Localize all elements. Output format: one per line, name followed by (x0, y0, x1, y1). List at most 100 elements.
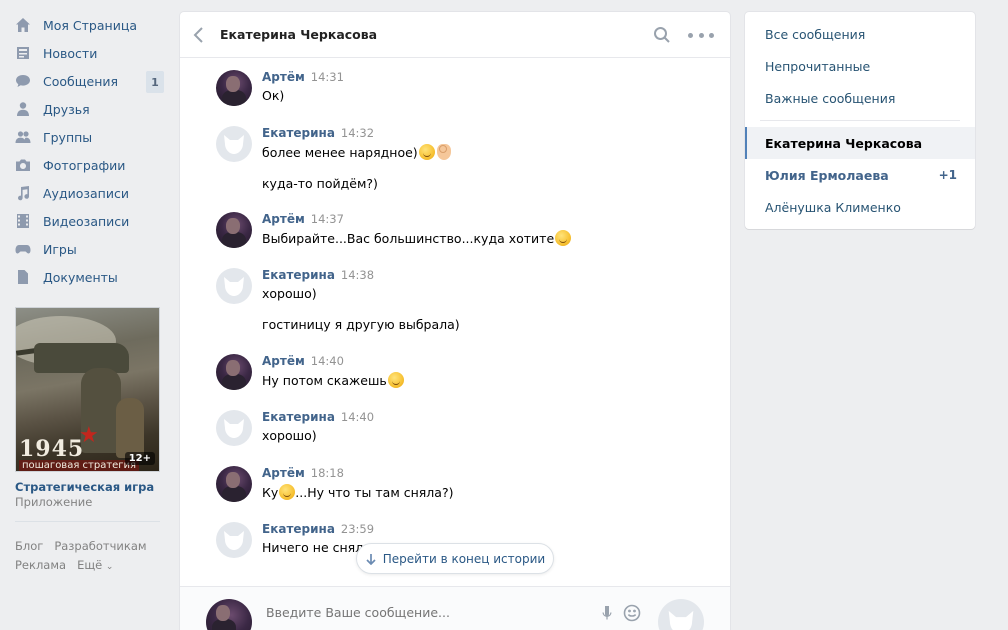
unread-count-badge: +1 (938, 168, 957, 182)
friends-icon (15, 101, 31, 117)
conversations-panel: Все сообщения Непрочитанные Важные сообщ… (745, 12, 975, 229)
nav-label: Группы (43, 129, 93, 145)
search-icon[interactable] (653, 26, 671, 44)
message-text: хорошо) (262, 428, 317, 443)
nav-label: Фотографии (43, 157, 126, 173)
footer-link-blog[interactable]: Блог (15, 539, 43, 553)
avatar[interactable] (216, 522, 252, 558)
footer-link-developers[interactable]: Разработчикам (54, 539, 146, 553)
avatar[interactable] (216, 268, 252, 304)
filter-important[interactable]: Важные сообщения (745, 82, 975, 114)
footer-links-row: Реклама Ещё ⌄ (15, 558, 170, 572)
message-time: 14:37 (310, 212, 344, 226)
conversation-item[interactable]: Юлия Ермолаева +1 (745, 159, 975, 191)
nav-label: Игры (43, 241, 77, 257)
ad-title[interactable]: Стратегическая игра (15, 480, 160, 494)
arrow-down-icon (366, 553, 376, 565)
groups-icon (15, 129, 31, 145)
conversation-name: Алёнушка Клименко (765, 199, 901, 215)
avatar[interactable] (216, 410, 252, 446)
ad-block[interactable]: 1945 ★ пошаговая стратегия 12+ Стратегич… (15, 307, 160, 509)
message-author[interactable]: Артём 14:37 (262, 212, 344, 226)
nav-label: Аудиозаписи (43, 185, 129, 201)
messages-icon (15, 73, 31, 89)
footer-link-ads[interactable]: Реклама (15, 558, 66, 572)
home-icon (15, 17, 31, 33)
ad-image-subtitle: пошаговая стратегия (19, 460, 140, 471)
ok-hand-emoji-icon (436, 144, 451, 160)
scroll-to-end-label: Перейти в конец истории (382, 551, 546, 566)
message-author[interactable]: Артём 18:18 (262, 466, 344, 480)
message-composer (180, 586, 730, 630)
more-options-icon[interactable] (688, 26, 714, 44)
microphone-icon[interactable] (600, 605, 614, 621)
video-icon (15, 213, 31, 229)
footer-links-row: Блог Разработчикам (15, 539, 170, 553)
avatar[interactable] (216, 70, 252, 106)
my-avatar[interactable] (206, 599, 252, 630)
chat-title[interactable]: Екатерина Черкасова (220, 27, 377, 42)
peer-avatar[interactable] (658, 599, 704, 630)
ad-image[interactable]: 1945 ★ пошаговая стратегия 12+ (15, 307, 160, 472)
nav-label: Сообщения (43, 73, 119, 89)
avatar[interactable] (216, 354, 252, 390)
nav-item-documents[interactable]: Документы (12, 263, 164, 291)
nav-item-my-page[interactable]: Моя Страница (12, 11, 164, 39)
avatar[interactable] (216, 212, 252, 248)
message-author[interactable]: Екатерина 14:32 (262, 126, 374, 140)
conversation-name: Екатерина Черкасова (765, 135, 923, 151)
red-star-icon: ★ (79, 423, 99, 448)
nav-label: Документы (43, 269, 118, 285)
message-text: куда-то пойдём?) (262, 176, 378, 191)
filter-all-messages[interactable]: Все сообщения (745, 18, 975, 50)
nav-item-messages[interactable]: Сообщения 1 (12, 67, 164, 95)
divider (760, 120, 960, 121)
nav-item-photos[interactable]: Фотографии (12, 151, 164, 179)
smile-emoji-icon (387, 372, 404, 388)
scroll-to-end-button[interactable]: Перейти в конец истории (356, 543, 554, 574)
ad-image-year: 1945 (19, 436, 85, 462)
message-author[interactable]: Артём 14:31 (262, 70, 344, 84)
message-text: более менее нарядное) (262, 144, 451, 160)
ad-type: Приложение (15, 495, 93, 509)
message-input[interactable] (266, 605, 566, 620)
avatar[interactable] (216, 126, 252, 162)
nav-item-friends[interactable]: Друзья (12, 95, 164, 123)
message-author[interactable]: Екатерина 14:40 (262, 410, 374, 424)
left-sidebar: Моя Страница Новости Сообщения 1 Друзья … (0, 0, 170, 630)
message-author[interactable]: Артём 14:40 (262, 354, 344, 368)
nav-item-video[interactable]: Видеозаписи (12, 207, 164, 235)
music-icon (15, 185, 31, 201)
message-text: Ок) (262, 88, 285, 103)
message-author[interactable]: Екатерина 14:38 (262, 268, 374, 282)
back-arrow-icon[interactable] (192, 26, 206, 44)
document-icon (15, 269, 31, 285)
chevron-down-icon: ⌄ (105, 562, 114, 572)
conversation-item[interactable]: Екатерина Черкасова (745, 127, 975, 159)
nav-label: Видеозаписи (43, 213, 130, 229)
wink-emoji-icon (279, 484, 296, 500)
avatar[interactable] (216, 466, 252, 502)
nav-item-audio[interactable]: Аудиозаписи (12, 179, 164, 207)
message-text: Выбирайте...Вас большинство...куда хотит… (262, 230, 572, 246)
chat-header: Екатерина Черкасова (180, 12, 730, 58)
message-time: 14:40 (340, 410, 375, 424)
message-time: 14:31 (310, 70, 344, 84)
filter-unread[interactable]: Непрочитанные (745, 50, 975, 82)
nav-label: Друзья (43, 101, 90, 117)
message-time: 18:18 (310, 466, 344, 480)
nav-item-groups[interactable]: Группы (12, 123, 164, 151)
messages-count-badge: 1 (146, 71, 164, 93)
nav-label: Новости (43, 45, 98, 61)
conversation-item[interactable]: Алёнушка Клименко (745, 191, 975, 223)
footer-link-more[interactable]: Ещё ⌄ (77, 558, 113, 572)
nav-item-games[interactable]: Игры (12, 235, 164, 263)
message-author[interactable]: Екатерина 23:59 (262, 522, 374, 536)
camera-icon (15, 157, 31, 173)
age-rating-badge: 12+ (124, 452, 155, 465)
emoji-picker-icon[interactable] (623, 604, 641, 622)
nav-item-news[interactable]: Новости (12, 39, 164, 67)
chat-panel: Екатерина Черкасова Артём 14:31 Ок) Екате… (180, 12, 730, 630)
smile-emoji-icon (555, 230, 572, 246)
gamepad-icon (15, 241, 31, 257)
